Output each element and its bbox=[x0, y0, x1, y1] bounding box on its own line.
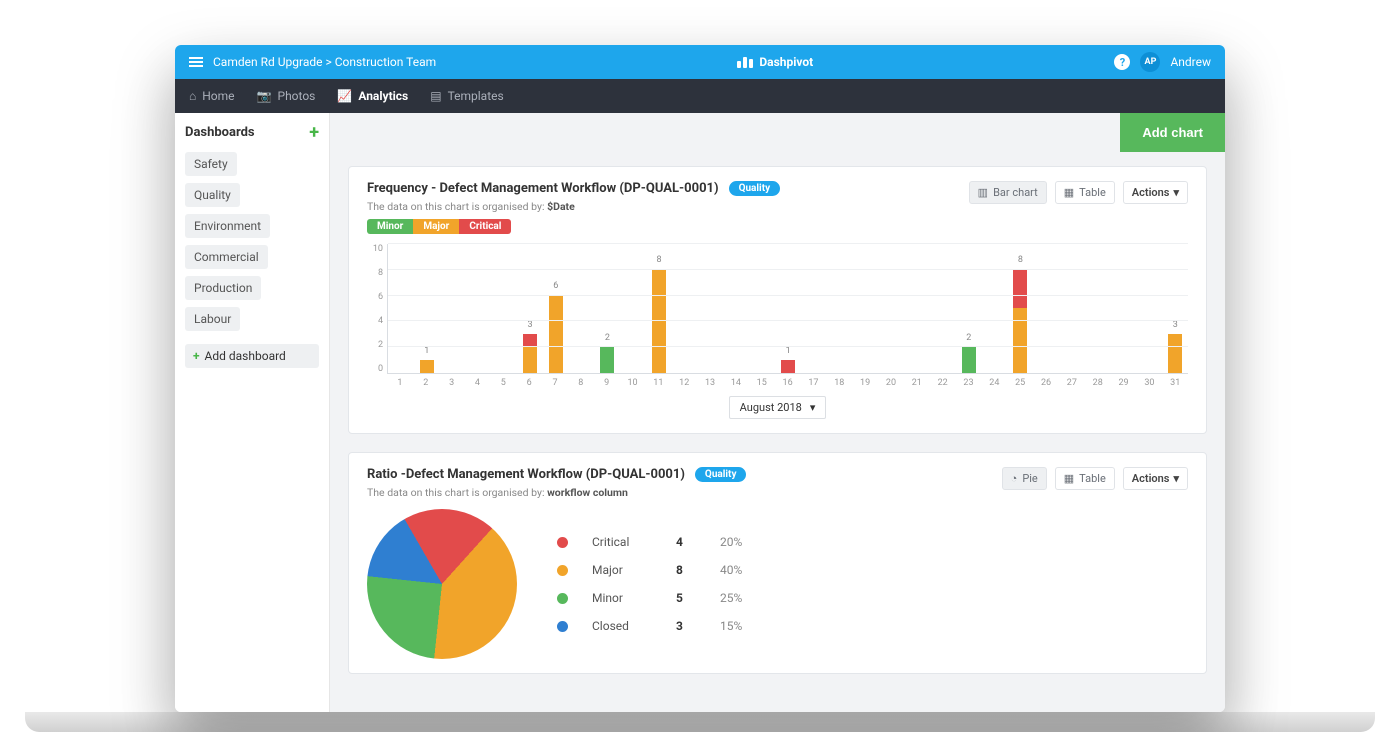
add-chart-button[interactable]: Add chart bbox=[1120, 113, 1225, 152]
top-bar: Camden Rd Upgrade > Construction Team Da… bbox=[175, 45, 1225, 79]
chart-card-ratio: Ratio -Defect Management Workflow (DP-QU… bbox=[348, 452, 1207, 674]
sidebar-item-production[interactable]: Production bbox=[185, 276, 261, 300]
nav-templates[interactable]: ▤ Templates bbox=[430, 89, 503, 103]
chart-card-frequency: Frequency - Defect Management Workflow (… bbox=[348, 166, 1207, 434]
templates-icon: ▤ bbox=[430, 89, 441, 103]
sidebar-item-environment[interactable]: Environment bbox=[185, 214, 270, 238]
nav-photos-label: Photos bbox=[278, 89, 316, 103]
nav-bar: ⌂ Home 📷 Photos 📈 Analytics ▤ Templates bbox=[175, 79, 1225, 113]
nav-templates-label: Templates bbox=[448, 89, 504, 103]
chart1-date-selector[interactable]: August 2018▾ bbox=[729, 396, 827, 419]
nav-home-label: Home bbox=[202, 89, 234, 103]
add-dashboard-button[interactable]: + Add dashboard bbox=[185, 344, 319, 368]
chart1-title: Frequency - Defect Management Workflow (… bbox=[367, 181, 719, 196]
app-window: Camden Rd Upgrade > Construction Team Da… bbox=[175, 45, 1225, 712]
plus-icon: + bbox=[193, 349, 200, 363]
chart1-mode-bar[interactable]: ▥Bar chart bbox=[969, 181, 1047, 204]
legend-minor: Minor bbox=[367, 219, 413, 234]
user-name[interactable]: Andrew bbox=[1170, 55, 1211, 69]
chart2-subtitle: The data on this chart is organised by: … bbox=[367, 486, 746, 499]
brand-bars-icon bbox=[737, 57, 753, 68]
breadcrumb[interactable]: Camden Rd Upgrade > Construction Team bbox=[213, 55, 436, 69]
avatar[interactable]: AP bbox=[1140, 52, 1160, 72]
chart2-mode-pie[interactable]: ◔Pie bbox=[1002, 467, 1047, 490]
legend-row: Closed315% bbox=[557, 612, 742, 640]
add-dashboard-icon[interactable]: + bbox=[309, 126, 319, 140]
chart2-quality-badge: Quality bbox=[695, 467, 747, 482]
nav-home[interactable]: ⌂ Home bbox=[189, 89, 235, 103]
chart2-pie bbox=[367, 509, 517, 659]
legend-row: Minor525% bbox=[557, 584, 742, 612]
sidebar-item-quality[interactable]: Quality bbox=[185, 183, 240, 207]
chevron-down-icon: ▾ bbox=[810, 401, 816, 414]
chart1-quality-badge: Quality bbox=[729, 181, 781, 196]
brand: Dashpivot bbox=[737, 55, 813, 69]
sidebar-title: Dashboards bbox=[185, 125, 255, 140]
chart1-y-axis: 1086420 bbox=[367, 244, 387, 374]
main: Add chart Frequency - Defect Management … bbox=[330, 113, 1225, 712]
sidebar-item-safety[interactable]: Safety bbox=[185, 152, 237, 176]
legend-row: Critical420% bbox=[557, 528, 742, 556]
legend-major: Major bbox=[413, 219, 459, 234]
nav-analytics[interactable]: 📈 Analytics bbox=[337, 89, 408, 103]
body: Dashboards + Safety Quality Environment … bbox=[175, 113, 1225, 712]
nav-photos[interactable]: 📷 Photos bbox=[257, 89, 316, 103]
camera-icon: 📷 bbox=[257, 89, 272, 103]
sidebar: Dashboards + Safety Quality Environment … bbox=[175, 113, 330, 712]
bar-chart-icon: ▥ bbox=[978, 186, 988, 199]
home-icon: ⌂ bbox=[189, 89, 196, 103]
chart1-x-axis: 1234567891011121314151617181920212223242… bbox=[387, 374, 1188, 388]
nav-analytics-label: Analytics bbox=[358, 89, 408, 103]
chart1-actions[interactable]: Actions▾ bbox=[1123, 181, 1188, 204]
sidebar-header: Dashboards + bbox=[185, 125, 319, 140]
chart2-actions[interactable]: Actions▾ bbox=[1123, 467, 1188, 490]
pie-icon: ◔ bbox=[1011, 472, 1018, 485]
main-toolbar: Add chart bbox=[330, 113, 1225, 166]
chevron-down-icon: ▾ bbox=[1173, 186, 1179, 199]
legend-row: Major840% bbox=[557, 556, 742, 584]
chevron-down-icon: ▾ bbox=[1173, 472, 1179, 485]
table-icon: ▦ bbox=[1064, 472, 1074, 485]
sidebar-item-commercial[interactable]: Commercial bbox=[185, 245, 268, 269]
legend-critical: Critical bbox=[459, 219, 511, 234]
brand-name: Dashpivot bbox=[759, 55, 813, 69]
monitor-stand bbox=[25, 712, 1375, 732]
chart1-subtitle: The data on this chart is organised by: … bbox=[367, 200, 780, 213]
menu-icon[interactable] bbox=[189, 55, 203, 69]
sidebar-item-labour[interactable]: Labour bbox=[185, 307, 240, 331]
chart2-mode-table[interactable]: ▦Table bbox=[1055, 467, 1115, 490]
chart1-plot: 136281283 bbox=[387, 244, 1188, 374]
analytics-icon: 📈 bbox=[337, 89, 352, 103]
add-dashboard-label: Add dashboard bbox=[205, 349, 286, 363]
chart2-legend: Critical420%Major840%Minor525%Closed315% bbox=[557, 528, 742, 640]
chart2-title: Ratio -Defect Management Workflow (DP-QU… bbox=[367, 467, 685, 482]
table-icon: ▦ bbox=[1064, 186, 1074, 199]
chart1-mode-table[interactable]: ▦Table bbox=[1055, 181, 1115, 204]
help-icon[interactable]: ? bbox=[1114, 54, 1130, 70]
